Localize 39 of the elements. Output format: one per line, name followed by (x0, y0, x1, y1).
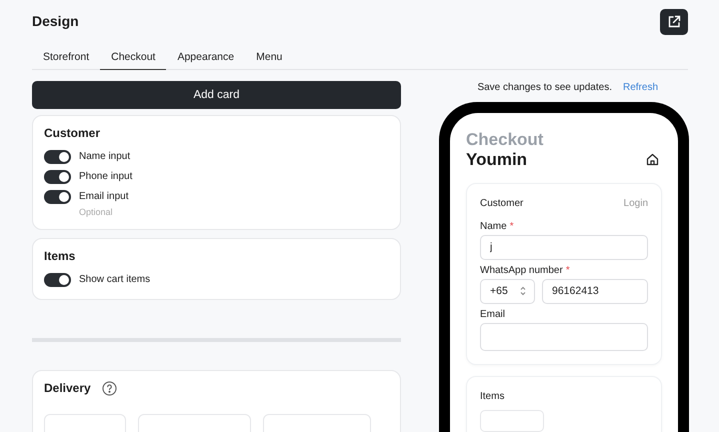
text-input[interactable] (480, 322, 648, 350)
card-title: Customer (44, 126, 102, 140)
country-code-select[interactable]: +65 (480, 278, 535, 304)
toggle-switch[interactable] (44, 272, 71, 286)
refresh-link[interactable]: Refresh (622, 82, 658, 92)
open-external-button[interactable] (660, 8, 688, 34)
help-icon[interactable] (102, 380, 117, 396)
toggle-label: Phone input (79, 170, 132, 184)
card-title: Delivery (44, 381, 91, 395)
external-link-icon (667, 14, 681, 28)
tab[interactable]: Storefront (32, 46, 100, 70)
store-name: Youmin (466, 150, 528, 170)
toggle-label: Show cart items (79, 272, 150, 286)
toggle-switch[interactable] (44, 150, 71, 164)
notice-text: Save changes to see updates. (477, 82, 612, 92)
card-title: Items (44, 248, 76, 262)
toggle-switch[interactable] (44, 190, 71, 204)
toggle-switch[interactable] (44, 170, 71, 184)
field-label: Email (480, 308, 506, 320)
add-card-button[interactable]: Add card (32, 80, 401, 108)
chevron-updown-icon (520, 286, 526, 296)
preview-page-title: Checkout (466, 130, 544, 150)
field-label: Name * (480, 220, 515, 232)
toggle-label: Name input (79, 150, 130, 164)
section-title: Customer (480, 198, 524, 208)
toggle-label: Email input (79, 190, 128, 204)
hint-text: Optional (79, 206, 114, 216)
page-title: Design (32, 13, 79, 29)
tab[interactable]: Menu (245, 46, 294, 70)
tab[interactable]: Appearance (166, 46, 246, 70)
field-label: WhatsApp number * (480, 264, 571, 276)
section-title: Items (480, 390, 506, 402)
item-placeholder (480, 410, 544, 432)
required-asterisk: * (510, 220, 514, 232)
required-asterisk: * (566, 264, 570, 276)
home-icon[interactable] (646, 153, 659, 166)
text-input[interactable]: j (480, 234, 648, 260)
phone-input[interactable]: 96162413 (542, 278, 648, 304)
tab[interactable]: Checkout (100, 46, 166, 70)
